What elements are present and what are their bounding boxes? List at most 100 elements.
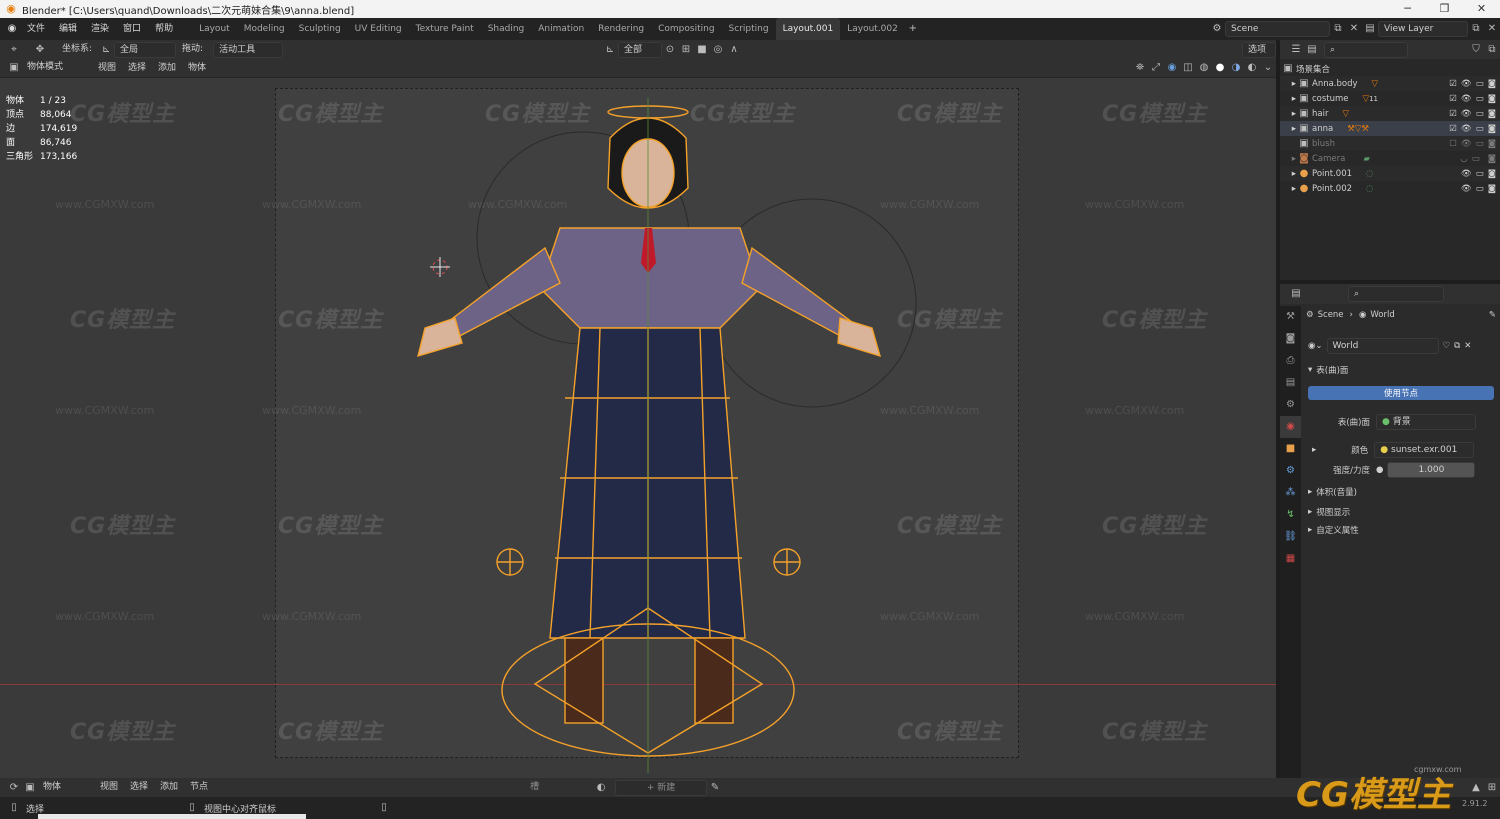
menu-view[interactable]: 视图 — [94, 778, 124, 797]
shading-options-icon[interactable]: ⌄ — [1260, 60, 1276, 76]
camera-icon[interactable]: ◙ — [1488, 154, 1496, 164]
editor-type-icon[interactable]: ⟳ — [6, 780, 22, 796]
surface-shader-field[interactable]: ● 背景 — [1376, 414, 1476, 430]
menu-edit[interactable]: 编辑 — [52, 18, 84, 40]
menu-add[interactable]: 添加 — [154, 778, 184, 797]
proportional-edit-icon[interactable]: ◎ — [710, 42, 726, 58]
shading-solid-icon[interactable]: ● — [1212, 60, 1228, 76]
checkbox-icon[interactable]: ☐ — [1449, 139, 1457, 149]
camera-icon[interactable]: ◙ — [1488, 139, 1496, 149]
outliner-item-anna[interactable]: ▸ ▣ anna ⚒▽⚒ ☑ 👁 ▭ ◙ — [1280, 121, 1500, 136]
surface-panel-header[interactable]: ▾ 表(曲)面 — [1308, 364, 1494, 376]
particles-tab-icon[interactable]: ⁂ — [1280, 482, 1301, 504]
add-workspace-icon[interactable]: + — [905, 21, 921, 37]
texture-tab-icon[interactable]: ▦ — [1280, 548, 1301, 570]
menu-add[interactable]: 添加 — [152, 59, 182, 78]
xray-icon[interactable]: ◫ — [1180, 60, 1196, 76]
checkbox-icon[interactable]: ☑ — [1449, 124, 1457, 134]
outliner-item-anna-body[interactable]: ▸ ▣ Anna.body ▽ ☑ 👁 ▭ ◙ — [1280, 76, 1500, 91]
fake-user-icon[interactable]: ♡ — [1443, 341, 1451, 351]
properties-search-input[interactable]: ⌕ — [1348, 286, 1444, 302]
render-tab-icon[interactable]: ◙ — [1280, 328, 1301, 350]
unlink-icon[interactable]: ✕ — [1464, 341, 1471, 351]
outliner-item-point-002[interactable]: ▸ ● Point.002 ◌ 👁 ▭ ◙ — [1280, 181, 1500, 196]
minimize-icon[interactable]: ─ — [1389, 0, 1426, 18]
new-material-button[interactable]: + 新建 — [615, 779, 708, 796]
camera-icon[interactable]: ◙ — [1488, 94, 1496, 104]
tab-modeling[interactable]: Modeling — [237, 18, 292, 40]
shading-rendered-icon[interactable]: ◐ — [1244, 60, 1260, 76]
pivot-dropdown[interactable]: 全部 — [618, 41, 662, 58]
drag-dropdown[interactable]: 活动工具 — [213, 41, 284, 58]
menu-select[interactable]: 选择 — [122, 59, 152, 78]
material-icon[interactable]: ◐ — [593, 780, 609, 796]
outliner-search-input[interactable]: ⌕ — [1324, 41, 1408, 58]
hidden-icon[interactable]: ◡ — [1460, 154, 1467, 164]
new-view-layer-icon[interactable]: ⧉ — [1468, 21, 1484, 37]
camera-icon[interactable]: ◙ — [1488, 79, 1496, 89]
monitor-icon[interactable]: ▭ — [1476, 94, 1484, 104]
restore-icon[interactable]: ❐ — [1426, 0, 1463, 18]
view-layer-selector[interactable]: View Layer — [1378, 21, 1468, 37]
shading-material-icon[interactable]: ◑ — [1228, 60, 1244, 76]
filter-icon[interactable]: ⛉ — [1468, 42, 1484, 58]
tab-animation[interactable]: Animation — [531, 18, 591, 40]
eye-icon[interactable]: 👁 — [1461, 124, 1472, 134]
viewport-display-panel-header[interactable]: ▸ 视图显示 — [1308, 506, 1494, 518]
camera-icon[interactable]: ◙ — [1488, 109, 1496, 119]
menu-select[interactable]: 选择 — [124, 778, 154, 797]
monitor-icon[interactable]: ▭ — [1476, 139, 1484, 149]
camera-icon[interactable]: ◙ — [1488, 184, 1496, 194]
checkbox-icon[interactable]: ☑ — [1449, 79, 1457, 89]
checkbox-icon[interactable]: ☑ — [1449, 109, 1457, 119]
outliner-item-scene-collection[interactable]: ▣ 场景集合 — [1280, 61, 1500, 76]
world-type-icon[interactable]: ◉⌄ — [1308, 341, 1323, 351]
menu-view[interactable]: 视图 — [92, 59, 122, 78]
menu-node[interactable]: 节点 — [184, 778, 214, 797]
modifier-tab-icon[interactable]: ⚙ — [1280, 460, 1301, 482]
outliner-item-costume[interactable]: ▸ ▣ costume ▽ 11 ☑ 👁 ▭ ◙ — [1280, 91, 1500, 106]
monitor-icon[interactable]: ▭ — [1476, 109, 1484, 119]
blender-menu-icon[interactable]: ◉ — [4, 21, 20, 37]
overlay-icon[interactable]: ◉ — [1164, 60, 1180, 76]
eye-icon[interactable]: 👁 — [1461, 139, 1472, 149]
tab-layout[interactable]: Layout — [192, 18, 237, 40]
3d-viewport[interactable]: CG模型主 CG模型主 CG模型主 CG模型主 CG模型主 CG模型主 www.… — [0, 78, 1276, 778]
outliner-item-point-001[interactable]: ▸ ● Point.001 ◌ 👁 ▭ ◙ — [1280, 166, 1500, 181]
scene-selector[interactable]: Scene — [1225, 21, 1330, 37]
snap-icon[interactable]: ⊞ — [678, 42, 694, 58]
world-tab-icon[interactable]: ◉ — [1280, 416, 1301, 438]
mode-dropdown[interactable]: 物体模式 — [22, 60, 92, 76]
volume-panel-header[interactable]: ▸ 体积(音量) — [1308, 486, 1494, 498]
display-mode-icon[interactable]: ▤ — [1304, 42, 1320, 58]
eye-icon[interactable]: 👁 — [1461, 79, 1472, 89]
tab-rendering[interactable]: Rendering — [591, 18, 651, 40]
constraints-tab-icon[interactable]: ⛓ — [1280, 526, 1301, 548]
view-layer-icon[interactable]: ▤ — [1362, 21, 1378, 37]
expand-icon[interactable]: ▸ — [1280, 109, 1296, 119]
tab-scripting[interactable]: Scripting — [722, 18, 776, 40]
monitor-icon[interactable]: ▭ — [1476, 169, 1484, 179]
monitor-icon[interactable]: ▭ — [1476, 124, 1484, 134]
shading-wire-icon[interactable]: ◍ — [1196, 60, 1212, 76]
tab-uv-editing[interactable]: UV Editing — [348, 18, 409, 40]
character-model[interactable] — [0, 78, 1276, 778]
eye-icon[interactable]: 👁 — [1461, 94, 1472, 104]
object-tab-icon[interactable]: ■ — [1280, 438, 1301, 460]
scene-tab-icon[interactable]: ⚙ — [1280, 394, 1301, 416]
new-collection-icon[interactable]: ⧉ — [1484, 42, 1500, 58]
physics-tab-icon[interactable]: ↯ — [1280, 504, 1301, 526]
tab-sculpting[interactable]: Sculpting — [292, 18, 348, 40]
expand-icon[interactable]: ▸ — [1280, 184, 1296, 194]
tab-compositing[interactable]: Compositing — [651, 18, 721, 40]
delete-scene-icon[interactable]: ✕ — [1346, 21, 1362, 37]
visibility-icon[interactable]: ⛯ — [1132, 60, 1148, 76]
tab-shading[interactable]: Shading — [481, 18, 532, 40]
expand-icon[interactable]: ▸ — [1280, 124, 1296, 134]
scene-icon[interactable]: ⚙ — [1209, 21, 1225, 37]
tool-tab-icon[interactable]: ⚒ — [1280, 306, 1301, 328]
editor-type-icon[interactable]: ⌖ — [6, 42, 22, 58]
gizmo-icon[interactable]: ⤢ — [1148, 60, 1164, 76]
world-name-field[interactable]: World — [1326, 338, 1439, 354]
custom-properties-panel-header[interactable]: ▸ 自定义属性 — [1308, 524, 1494, 536]
